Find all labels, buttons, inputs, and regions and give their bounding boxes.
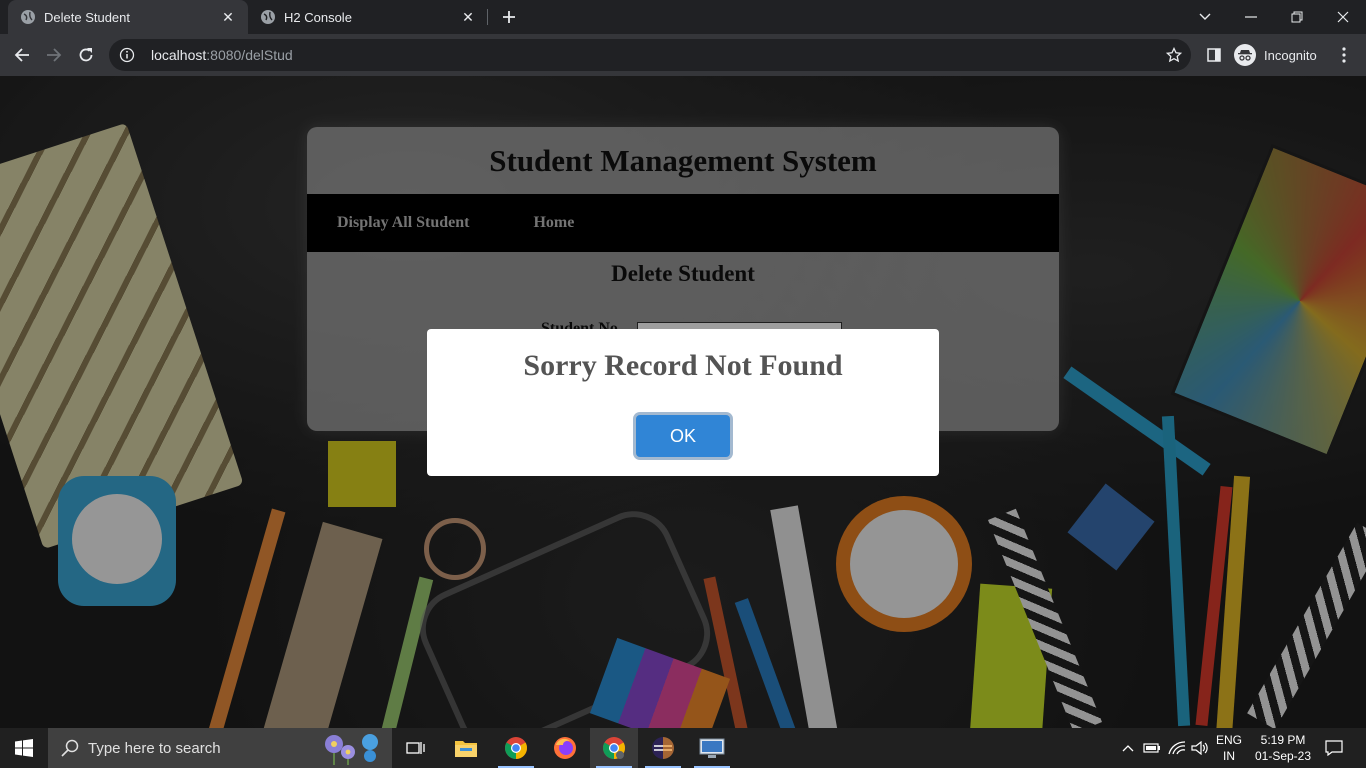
- alert-dialog: Sorry Record Not Found OK: [427, 329, 939, 476]
- tab-delete-student[interactable]: Delete Student ✕: [8, 0, 248, 34]
- task-view-icon[interactable]: [392, 728, 440, 768]
- taskbar-clock[interactable]: 5:19 PM 01-Sep-23: [1250, 728, 1316, 768]
- tab-title: Delete Student: [44, 9, 131, 25]
- incognito-label: Incognito: [1264, 47, 1317, 63]
- browser-toolbar: localhost:8080/delStud Incognito: [0, 34, 1366, 76]
- windows-taskbar: Type here to search ENG IN 5:19 PM 01-Se…: [0, 728, 1366, 768]
- reload-icon[interactable]: [74, 43, 98, 67]
- new-tab-icon[interactable]: [498, 6, 520, 28]
- url-text: localhost:8080/delStud: [151, 47, 293, 63]
- globe-icon: [20, 9, 36, 25]
- ok-button[interactable]: OK: [636, 415, 730, 457]
- bookmark-star-icon[interactable]: [1165, 46, 1183, 64]
- minimize-icon[interactable]: [1228, 0, 1274, 34]
- restore-icon[interactable]: [1274, 0, 1320, 34]
- kebab-menu-icon[interactable]: [1334, 45, 1354, 65]
- show-hidden-icons-chevron-icon[interactable]: [1118, 728, 1138, 768]
- address-bar[interactable]: localhost:8080/delStud: [109, 39, 1191, 71]
- battery-icon[interactable]: [1141, 728, 1163, 768]
- tab-strip: Delete Student ✕ H2 Console ✕: [0, 0, 1366, 34]
- search-highlight-flowers-icon: [318, 730, 386, 766]
- info-icon[interactable]: [119, 47, 135, 63]
- tab-separator: [487, 9, 488, 25]
- file-explorer-icon[interactable]: [442, 728, 490, 768]
- tab-h2-console[interactable]: H2 Console ✕: [248, 0, 488, 34]
- clock-time: 5:19 PM: [1260, 733, 1306, 747]
- firefox-icon[interactable]: [541, 728, 589, 768]
- remote-desktop-icon[interactable]: [688, 728, 736, 768]
- taskbar-search-box[interactable]: Type here to search: [48, 728, 392, 768]
- language-code: ENG: [1215, 733, 1242, 747]
- url-host: localhost: [151, 47, 207, 63]
- page-viewport: Student Management System Display All St…: [0, 76, 1366, 728]
- url-path: :8080/delStud: [206, 47, 293, 63]
- tab-search-icon[interactable]: [1182, 0, 1228, 34]
- side-panel-icon[interactable]: [1204, 45, 1224, 65]
- volume-icon[interactable]: [1189, 728, 1211, 768]
- incognito-icon: [1234, 44, 1256, 66]
- eclipse-icon[interactable]: [639, 728, 687, 768]
- close-tab-icon[interactable]: ✕: [220, 9, 236, 25]
- language-region: IN: [1223, 749, 1235, 763]
- incognito-profile[interactable]: Incognito: [1234, 43, 1317, 67]
- language-indicator[interactable]: ENG IN: [1212, 728, 1246, 768]
- back-icon[interactable]: [10, 43, 34, 67]
- tab-title: H2 Console: [284, 9, 352, 25]
- wifi-icon[interactable]: [1166, 728, 1188, 768]
- search-placeholder: Type here to search: [88, 739, 221, 757]
- globe-icon: [260, 9, 276, 25]
- forward-icon[interactable]: [42, 43, 66, 67]
- alert-message: Sorry Record Not Found: [523, 349, 843, 382]
- windows-start-icon[interactable]: [0, 728, 48, 768]
- chrome-active-icon[interactable]: [590, 728, 638, 768]
- notification-center-icon[interactable]: [1320, 728, 1348, 768]
- clock-date: 01-Sep-23: [1254, 749, 1312, 763]
- close-window-icon[interactable]: [1320, 0, 1366, 34]
- close-tab-icon[interactable]: ✕: [460, 9, 476, 25]
- chrome-icon[interactable]: [492, 728, 540, 768]
- search-icon: [60, 738, 80, 758]
